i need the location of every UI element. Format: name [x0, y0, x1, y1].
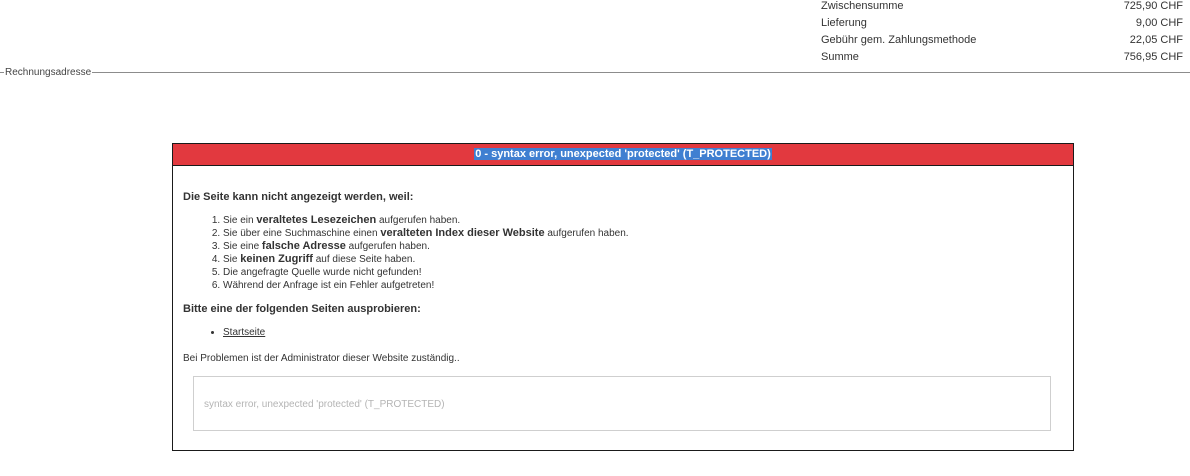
totals-label: Gebühr gem. Zahlungsmethode [821, 34, 977, 46]
totals-label: Zwischensumme [821, 0, 904, 12]
totals-row-delivery: Lieferung 9,00 CHF [821, 16, 1183, 33]
reason-emphasis: veraltetes Lesezeichen [256, 214, 377, 226]
reason-text: aufgerufen haben. [544, 228, 629, 239]
reason-text: auf diese Seite haben. [312, 254, 416, 265]
reason-text: aufgerufen haben. [376, 215, 461, 226]
totals-value: 725,90 CHF [1123, 0, 1183, 12]
reason-item: Sie ein veraltetes Lesezeichen aufgerufe… [223, 214, 1063, 227]
totals-value: 9,00 CHF [1135, 17, 1183, 29]
reason-text: Während der Anfrage ist ein Fehler aufge… [223, 280, 435, 291]
reason-item: Die angefragte Quelle wurde nicht gefund… [223, 266, 1063, 279]
reason-item: Sie keinen Zugriff auf diese Seite haben… [223, 253, 1063, 266]
reason-list: Sie ein veraltetes Lesezeichen aufgerufe… [183, 214, 1063, 292]
error-intro: Die Seite kann nicht angezeigt werden, w… [183, 191, 414, 203]
order-totals: Zwischensumme 725,90 CHF Lieferung 9,00 … [821, 0, 1183, 67]
try-pages-heading: Bitte eine der folgenden Seiten ausprobi… [183, 303, 421, 315]
reason-text: Die angefragte Quelle wurde nicht gefund… [223, 267, 422, 278]
reason-emphasis: falsche Adresse [261, 240, 346, 252]
list-item: Startseite [223, 326, 1063, 340]
totals-label: Summe [821, 51, 859, 63]
error-box: 0 - syntax error, unexpected 'protected'… [172, 143, 1074, 451]
error-header: 0 - syntax error, unexpected 'protected'… [173, 144, 1073, 166]
error-title: 0 - syntax error, unexpected 'protected'… [474, 148, 772, 160]
reason-text: Sie über eine Suchmaschine einen [223, 228, 381, 239]
reason-item: Sie über eine Suchmaschine einen veralte… [223, 227, 1063, 240]
totals-row-payment-fee: Gebühr gem. Zahlungsmethode 22,05 CHF [821, 33, 1183, 50]
error-message-box: syntax error, unexpected 'protected' (T_… [193, 376, 1051, 431]
totals-value: 756,95 CHF [1123, 51, 1183, 63]
error-body: Die Seite kann nicht angezeigt werden, w… [173, 190, 1073, 431]
billing-fieldset-border [0, 72, 1190, 73]
reason-item: Sie eine falsche Adresse aufgerufen habe… [223, 240, 1063, 253]
reason-text: Sie eine [223, 241, 262, 252]
reason-text: Sie ein [223, 215, 257, 226]
reason-emphasis: veralteten Index dieser Website [380, 227, 545, 239]
reason-text: Sie [223, 254, 241, 265]
reason-text: aufgerufen haben. [345, 241, 430, 252]
reason-item: Während der Anfrage ist ein Fehler aufge… [223, 279, 1063, 292]
admin-note: Bei Problemen ist der Administrator dies… [183, 353, 460, 364]
totals-label: Lieferung [821, 17, 867, 29]
totals-row-subtotal: Zwischensumme 725,90 CHF [821, 0, 1183, 16]
totals-row-total: Summe 756,95 CHF [821, 50, 1183, 67]
suggested-pages-list: Startseite [183, 326, 1063, 340]
totals-value: 22,05 CHF [1129, 34, 1183, 46]
billing-address-legend: Rechnungsadresse [4, 66, 93, 79]
startseite-link[interactable]: Startseite [223, 327, 265, 338]
reason-emphasis: keinen Zugriff [240, 253, 313, 265]
